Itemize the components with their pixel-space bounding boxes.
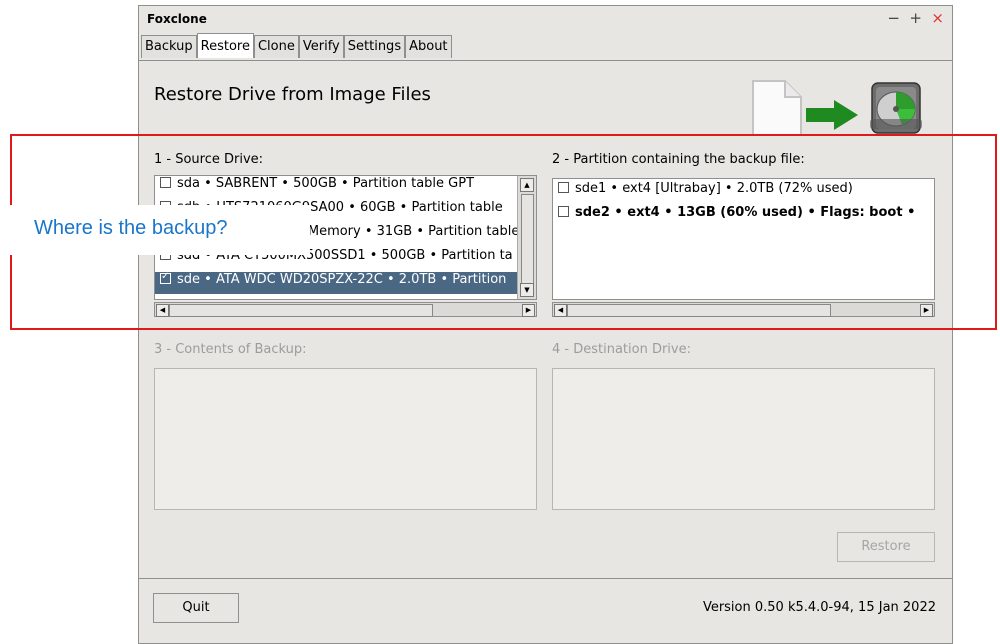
maximize-icon[interactable]: + [909, 10, 922, 26]
version-text: Version 0.50 k5.4.0-94, 15 Jan 2022 [702, 600, 936, 615]
annotation-text: Where is the backup? [34, 217, 228, 239]
tab-divider [139, 60, 952, 61]
destination-label: 4 - Destination Drive: [552, 342, 691, 357]
tab-restore[interactable]: Restore [196, 33, 254, 58]
tab-about[interactable]: About [405, 35, 452, 58]
annotation-callout: Where is the backup? [0, 205, 310, 255]
tab-clone[interactable]: Clone [253, 35, 299, 58]
arrow-right-icon [806, 100, 858, 130]
document-icon [752, 80, 802, 136]
title-bar: Foxclone − + × [139, 6, 952, 32]
hard-drive-icon [870, 82, 922, 134]
tab-settings[interactable]: Settings [343, 35, 406, 58]
contents-label: 3 - Contents of Backup: [154, 342, 307, 357]
quit-button[interactable]: Quit [153, 593, 239, 623]
tab-verify[interactable]: Verify [298, 35, 344, 58]
restore-button[interactable]: Restore [837, 532, 935, 562]
tab-bar: Backup Restore Clone Verify Settings Abo… [141, 33, 452, 60]
minimize-icon[interactable]: − [887, 10, 900, 26]
contents-list [154, 368, 537, 510]
page-title: Restore Drive from Image Files [154, 84, 431, 105]
footer-divider [139, 578, 952, 579]
close-icon[interactable]: × [931, 10, 944, 26]
tab-backup[interactable]: Backup [141, 35, 197, 58]
window-title: Foxclone [147, 12, 207, 26]
destination-list [552, 368, 935, 510]
